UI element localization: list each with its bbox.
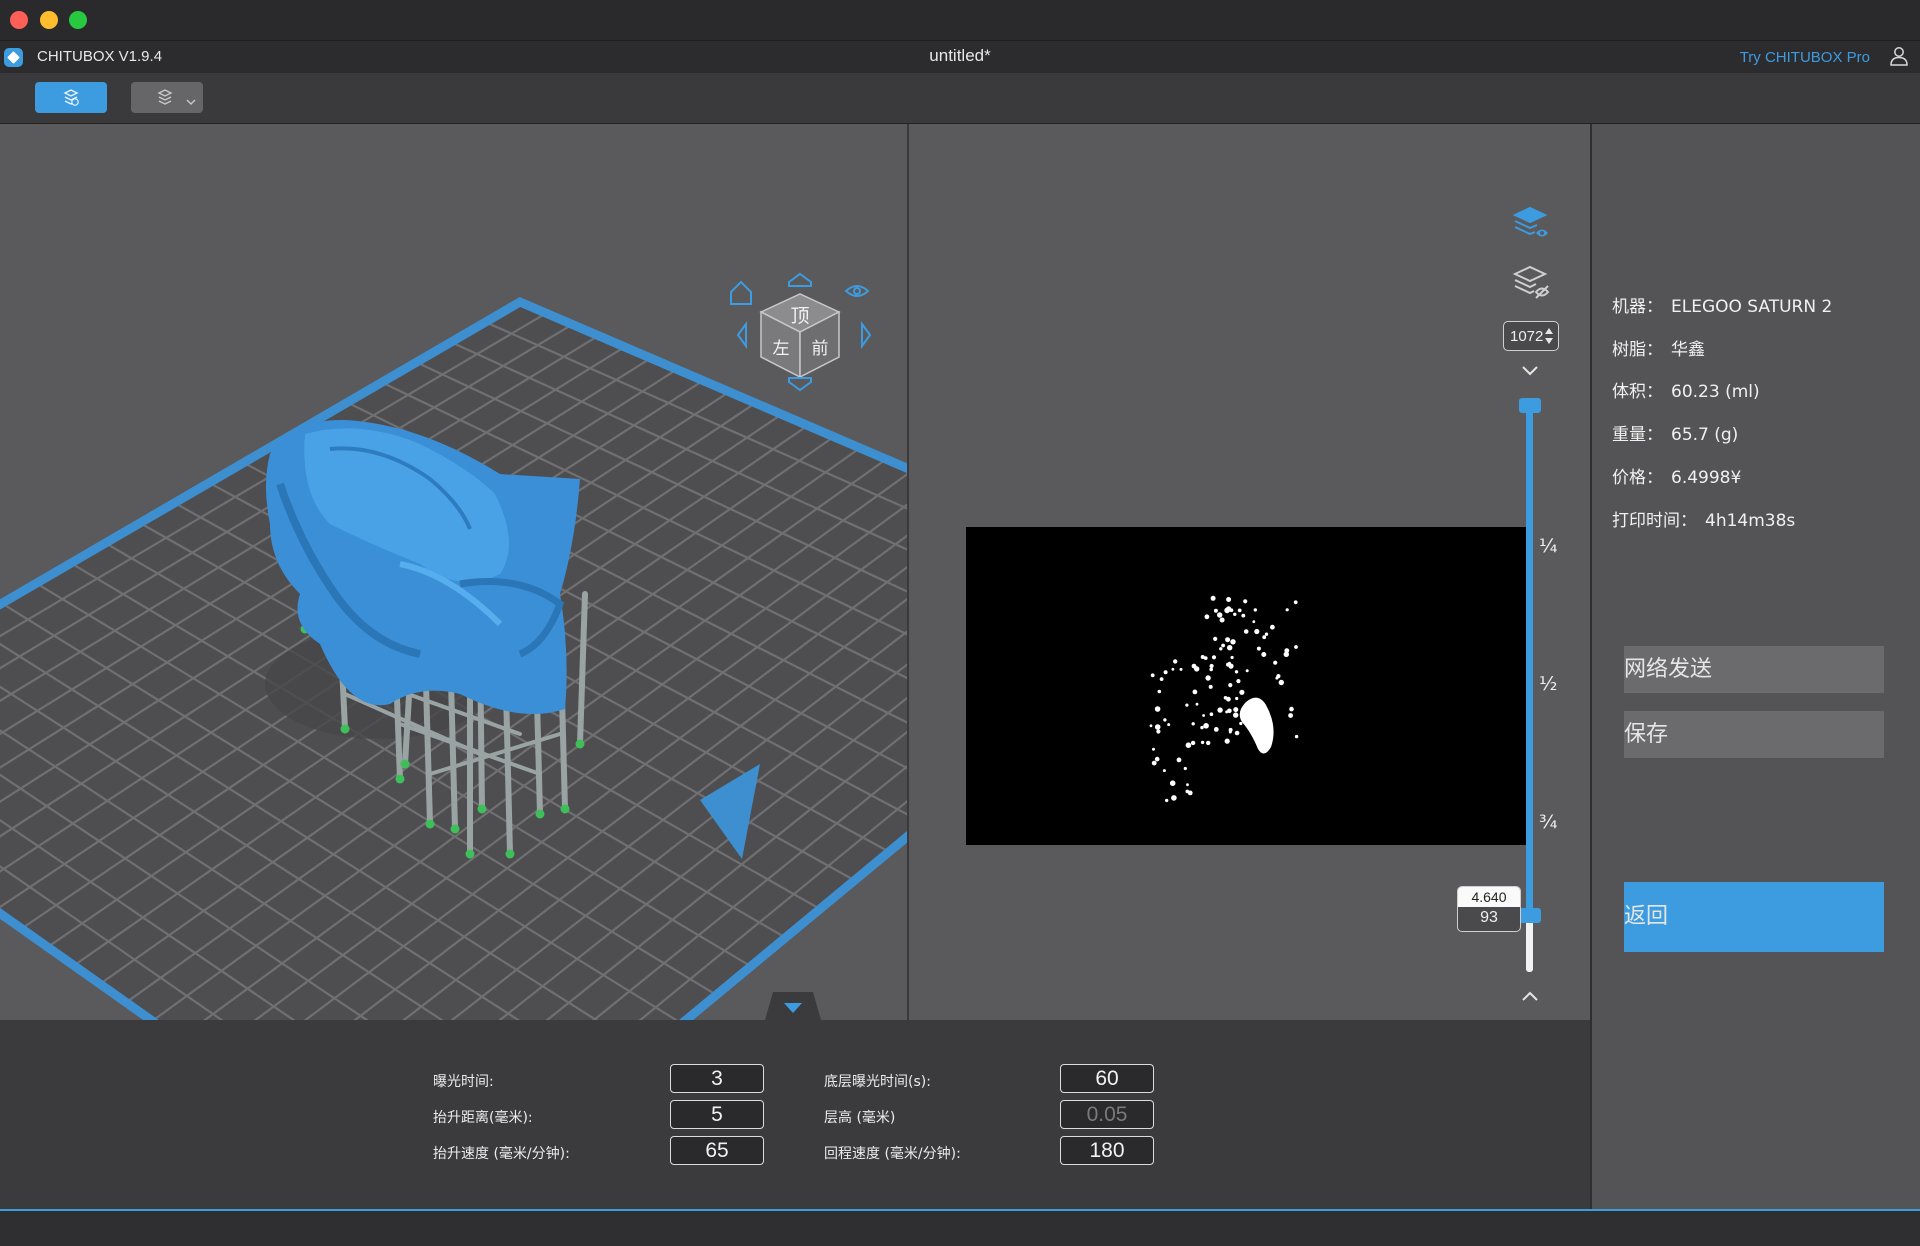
back-button[interactable]: 返回 [1624, 882, 1884, 952]
bottom-exposure-input[interactable]: 60 [1060, 1064, 1154, 1093]
exposure-time-input[interactable]: 3 [670, 1064, 764, 1093]
bottom-layer-spinbox[interactable]: 4.640 93 [1457, 886, 1521, 932]
rotate-up-arrow-icon[interactable] [788, 272, 812, 287]
view-cube[interactable]: 顶 左 前 [759, 293, 841, 379]
save-button[interactable]: 保存 [1624, 711, 1884, 758]
layer-height-input: 0.05 [1060, 1100, 1154, 1129]
3d-viewport[interactable]: 顶 左 前 [0, 124, 907, 1020]
cube-front-face[interactable]: 前 [812, 339, 829, 359]
hide-layers-icon[interactable] [1511, 264, 1551, 302]
retract-speed-label: 回程速度 (毫米/分钟): [824, 1146, 961, 1162]
info-machine: 机器： ELEGOO SATURN 2 [1612, 297, 1833, 317]
close-window-button[interactable] [10, 11, 28, 29]
printer-layers-icon [157, 89, 196, 105]
toolbar [0, 73, 1920, 124]
print-settings-dropdown[interactable] [131, 82, 203, 113]
expand-params-button[interactable] [765, 992, 821, 1020]
lift-speed-label: 抬升速度 (毫米/分钟): [433, 1146, 570, 1162]
bottom-layer-height: 4.640 [1458, 887, 1520, 907]
layer-cross-section [1149, 595, 1299, 803]
info-print-time: 打印时间： 4h14m38s [1612, 511, 1796, 531]
layer-height-label: 层高 (毫米) [824, 1110, 896, 1126]
info-volume: 体积： 60.23 (ml) [1612, 382, 1760, 402]
info-resin: 树脂： 华鑫 [1612, 340, 1705, 360]
slider-three-quarter-mark: ¾ [1539, 811, 1558, 833]
bottom-layer-handle[interactable] [1519, 908, 1541, 923]
top-layer-handle[interactable] [1519, 398, 1541, 413]
try-pro-link[interactable]: Try CHITUBOX Pro [1740, 49, 1870, 66]
visibility-eye-icon[interactable] [844, 285, 870, 297]
maximize-window-button[interactable] [69, 11, 87, 29]
home-view-icon[interactable] [730, 280, 752, 305]
slider-half-mark: ½ [1539, 673, 1558, 695]
resin-value: 华鑫 [1671, 340, 1705, 360]
top-layer-value: 1072 [1510, 328, 1544, 345]
lift-distance-label: 抬升距离(毫米): [433, 1110, 533, 1126]
document-title: untitled* [929, 46, 991, 65]
layers-slice-icon [63, 89, 79, 106]
rotate-left-arrow-icon[interactable] [736, 320, 747, 350]
price-value: 6.4998¥ [1671, 468, 1742, 488]
slider-quarter-mark: ¼ [1539, 535, 1558, 557]
cube-top-face[interactable]: 顶 [790, 305, 809, 327]
machine-value: ELEGOO SATURN 2 [1671, 297, 1833, 317]
retract-speed-input[interactable]: 180 [1060, 1136, 1154, 1165]
layer-down-chevron-icon[interactable] [1521, 365, 1539, 377]
app-header: CHITUBOX V1.9.4 untitled* Try CHITUBOX P… [0, 40, 1920, 74]
layer-slider-remaining [1526, 915, 1533, 972]
rotate-down-arrow-icon[interactable] [788, 377, 812, 392]
top-layer-spinbox[interactable]: 1072 [1503, 321, 1559, 351]
slice-mode-button[interactable] [35, 82, 107, 113]
layer-up-chevron-icon[interactable] [1521, 990, 1539, 1002]
spin-arrows-icon[interactable] [1544, 326, 1554, 346]
weight-value: 65.7 (g) [1671, 425, 1739, 445]
lift-distance-input[interactable]: 5 [670, 1100, 764, 1129]
network-send-button[interactable]: 网络发送 [1624, 646, 1884, 693]
window-titlebar [0, 0, 1920, 40]
user-account-icon[interactable] [1888, 45, 1910, 67]
minimize-window-button[interactable] [40, 11, 58, 29]
bottom-exposure-label: 底层曝光时间(s): [824, 1074, 931, 1090]
lift-speed-input[interactable]: 65 [670, 1136, 764, 1165]
exposure-time-label: 曝光时间: [433, 1074, 494, 1090]
info-weight: 重量： 65.7 (g) [1612, 425, 1739, 445]
print-parameters-panel: 曝光时间: 3 底层曝光时间(s): 60 抬升距离(毫米): 5 层高 (毫米… [0, 1020, 1590, 1210]
build-plate-scene: 顶 左 前 [0, 272, 907, 1020]
cube-left-face[interactable]: 左 [773, 339, 790, 359]
status-bar [0, 1211, 1920, 1246]
volume-value: 60.23 (ml) [1671, 382, 1760, 402]
info-price: 价格： 6.4998¥ [1612, 468, 1742, 488]
layer-preview-image [966, 527, 1528, 845]
layer-slider-track[interactable] [1526, 404, 1533, 972]
rotate-right-arrow-icon[interactable] [861, 320, 872, 350]
show-layers-icon[interactable] [1511, 205, 1551, 243]
bottom-layer-value: 93 [1480, 909, 1498, 926]
print-time-value: 4h14m38s [1705, 511, 1796, 531]
